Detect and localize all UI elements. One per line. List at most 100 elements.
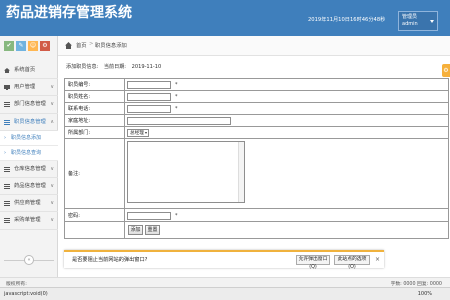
chevron-right-icon: › — [4, 149, 6, 156]
gear-icon[interactable]: ⚙ — [40, 41, 50, 51]
scrollbar[interactable] — [238, 142, 244, 202]
sidebar-item-suppliers[interactable]: 供应商管理 ∨ — [0, 195, 58, 213]
employee-name-label: 职员姓名: — [65, 91, 125, 102]
sidebar-item-departments[interactable]: 部门信息管理 ∨ — [0, 96, 58, 114]
contact-phone-input[interactable] — [127, 105, 171, 113]
form-row-actions: 添加 重置 — [65, 222, 448, 238]
form-row-department: 所属部门: 总经理 — [65, 127, 448, 139]
list-icon — [4, 201, 10, 207]
list-icon — [4, 102, 10, 108]
chevron-right-icon: › — [4, 134, 6, 141]
date-label: 当前日期: — [103, 64, 126, 70]
department-select[interactable]: 总经理 — [127, 129, 149, 137]
status-text: javascript:void(0) — [4, 291, 48, 297]
sidebar-item-label: 仓库信息管理 — [14, 165, 46, 172]
notification-text: 是否要阻止当前网站的弹出窗口? — [72, 257, 148, 263]
current-datetime: 2019年11月10日16时46分48秒 — [308, 17, 386, 23]
chevron-up-icon: ∧ — [50, 118, 54, 125]
breadcrumb: 首页 > 职员信息添加 — [58, 36, 450, 56]
remark-textarea[interactable] — [127, 141, 245, 203]
reset-button[interactable]: 重置 — [145, 225, 160, 235]
user-icon[interactable]: ☺ — [28, 41, 38, 51]
allow-popups-button[interactable]: 允许弹出窗口(Q) — [296, 255, 330, 270]
form-row-employee-no: 职员编号: * — [65, 79, 448, 91]
sidebar-item-employees[interactable]: 职员信息管理 ∧ — [0, 114, 58, 131]
close-icon[interactable]: × — [375, 256, 380, 263]
nav-menu: 系统首页 用户管理 ∨ 部门信息管理 ∨ 职员信息管理 ∧ › 职员信息添加 ›… — [0, 62, 58, 230]
home-address-input[interactable] — [127, 117, 231, 125]
home-address-label: 家庭地址: — [65, 115, 125, 126]
sidebar-item-label: 职员信息管理 — [14, 118, 46, 125]
check-icon[interactable]: ✔ — [4, 41, 14, 51]
chevron-down-icon: ∨ — [50, 84, 54, 91]
chevron-down-icon: ∨ — [50, 165, 54, 172]
employee-no-input[interactable] — [127, 81, 171, 89]
home-icon — [65, 42, 72, 49]
empty-label — [65, 222, 125, 238]
sidebar-item-warehouses[interactable]: 仓库信息管理 ∨ — [0, 161, 58, 178]
list-icon — [4, 218, 10, 224]
site-options-button[interactable]: 此站点的选项(O) — [334, 255, 370, 270]
list-icon — [4, 119, 10, 125]
sidebar-subitem-label: 职员信息添加 — [11, 134, 42, 141]
chevron-down-icon: ∨ — [50, 217, 54, 224]
chevron-down-icon: ∨ — [50, 101, 54, 108]
department-selected: 总经理 — [130, 131, 144, 136]
sidebar-item-label: 药品信息管理 — [14, 182, 46, 189]
breadcrumb-current: 职员信息添加 — [95, 43, 127, 49]
department-label: 所属部门: — [65, 127, 125, 138]
form-row-home-address: 家庭地址: — [65, 115, 448, 127]
sidebar-item-home[interactable]: 系统首页 — [0, 62, 58, 80]
required-mark: * — [175, 106, 178, 112]
sidebar-item-users[interactable]: 用户管理 ∨ — [0, 79, 58, 97]
password-label: 密码: — [65, 209, 125, 221]
submit-button[interactable]: 添加 — [128, 225, 143, 235]
footer-counter: 字数: 0000 回复: 0000 — [390, 282, 442, 287]
pencil-icon[interactable]: ✎ — [16, 41, 26, 51]
chevron-down-icon — [145, 132, 147, 134]
breadcrumb-home-link[interactable]: 首页 — [76, 41, 87, 49]
sidebar: ✔ ✎ ☺ ⚙ 系统首页 用户管理 ∨ 部门信息管理 ∨ 职员信息管理 ∧ › … — [0, 36, 58, 286]
double-chevron-left-icon[interactable]: « — [24, 255, 34, 265]
employee-form: 职员编号: * 职员姓名: * 联系电话: * 家庭地址: 所属部门: 总经理 — [64, 78, 449, 239]
required-mark: * — [175, 82, 178, 88]
sidebar-subitem-label: 职员信息查询 — [11, 149, 42, 156]
sidebar-item-label: 采购单管理 — [14, 217, 41, 224]
sidebar-item-medicines[interactable]: 药品信息管理 ∨ — [0, 178, 58, 196]
breadcrumb-separator: > — [89, 41, 94, 47]
password-input[interactable] — [127, 211, 171, 220]
required-mark: * — [175, 212, 178, 219]
form-row-password: 密码: * — [65, 209, 448, 222]
popup-blocker-notification: 是否要阻止当前网站的弹出窗口? 允许弹出窗口(Q) 此站点的选项(O) × — [64, 250, 384, 270]
form-row-contact-phone: 联系电话: * — [65, 103, 448, 115]
zoom-level[interactable]: 100% — [418, 291, 432, 297]
form-title: 添加职员信息: — [66, 64, 99, 70]
sidebar-item-purchase-orders[interactable]: 采购单管理 ∨ — [0, 212, 58, 230]
list-icon — [4, 183, 10, 189]
sidebar-subitem-employee-add[interactable]: › 职员信息添加 — [0, 130, 58, 146]
form-row-employee-name: 职员姓名: * — [65, 91, 448, 103]
sidebar-item-label: 用户管理 — [14, 84, 36, 91]
chevron-down-icon — [430, 20, 434, 23]
app-title: 药品进销存管理系统 — [6, 5, 132, 21]
remark-label: 备注: — [65, 139, 125, 208]
copyright-text: 版权所有: — [6, 282, 27, 287]
sidebar-subitem-employee-query[interactable]: › 职员信息查询 — [0, 145, 58, 161]
sidebar-collapse-row: « — [0, 254, 58, 266]
list-icon — [4, 166, 10, 172]
chevron-down-icon: ∨ — [50, 200, 54, 207]
monitor-icon — [4, 85, 10, 91]
sidebar-item-label: 部门信息管理 — [14, 101, 46, 108]
settings-tab-icon[interactable]: ⚙ — [442, 64, 450, 77]
browser-status-bar: javascript:void(0) 100% — [0, 287, 450, 300]
footer: 版权所有: 字数: 0000 回复: 0000 — [0, 277, 450, 287]
chevron-down-icon: ∨ — [50, 182, 54, 189]
date-value: 2019-11-10 — [131, 64, 162, 70]
user-menu-button[interactable]: 管理员 admin — [398, 11, 438, 31]
form-row-remark: 备注: — [65, 139, 448, 209]
employee-no-label: 职员编号: — [65, 79, 125, 90]
form-info: 添加职员信息: 当前日期: 2019-11-10 — [66, 63, 165, 70]
contact-phone-label: 联系电话: — [65, 103, 125, 114]
employee-name-input[interactable] — [127, 93, 171, 101]
required-mark: * — [175, 94, 178, 100]
